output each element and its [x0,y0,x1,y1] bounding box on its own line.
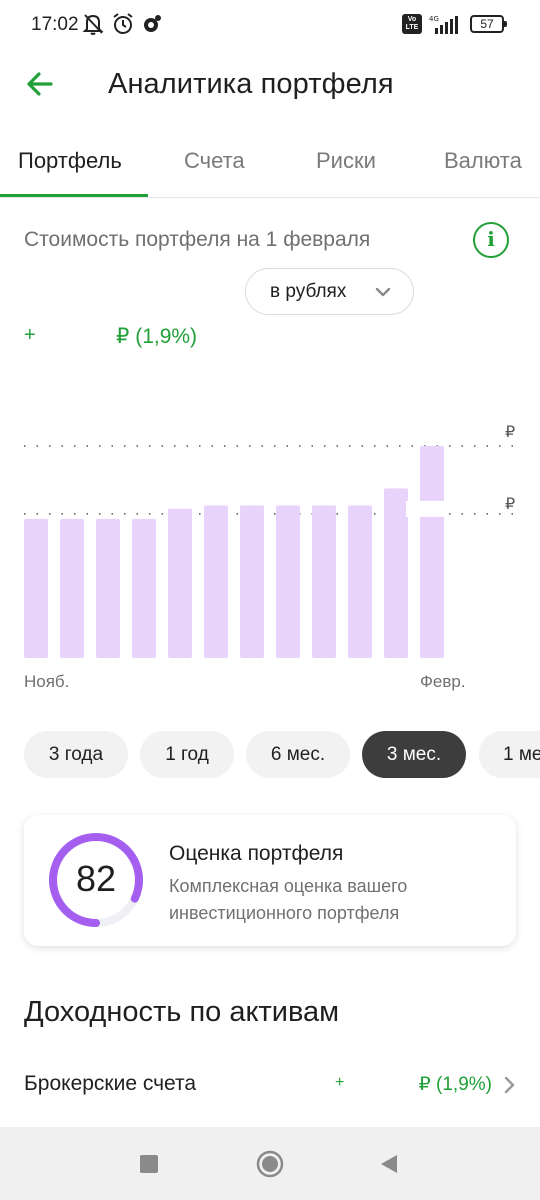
grid-label-bottom: ₽ [505,496,516,513]
score-title: Оценка портфеля [169,842,344,865]
chart-bar [240,505,264,658]
tab-portfolio[interactable]: Портфель [18,148,122,174]
portfolio-value-title: Стоимость портфеля на 1 февраля [24,228,371,251]
chart-bar [132,518,156,658]
back-button[interactable] [20,66,64,102]
period-1-year[interactable]: 1 год [140,731,234,778]
chart-bar [276,505,300,658]
info-icon[interactable]: i [473,222,509,258]
chart-bar [348,505,372,658]
chart-bar [60,518,84,658]
asset-name: Брокерские счета [24,1072,197,1095]
app-notification-icon [144,15,161,32]
svg-text:4G: 4G [429,15,439,23]
tab-accounts[interactable]: Счета [184,148,245,174]
bell-off-icon [82,14,104,35]
x-label-start: Нояб. [24,672,70,691]
chart-svg [24,445,516,658]
grid-label-top: ₽ [505,424,516,441]
back-triangle-icon[interactable] [378,1153,400,1175]
chart-bar [24,518,48,658]
asset-change-sign: + [335,1074,345,1091]
period-6-months[interactable]: 6 мес. [246,731,350,778]
currency-select[interactable]: в рублях [245,268,414,315]
chart-bar [312,505,336,658]
tab-bar: Портфель Счета Риски Валюта [0,136,540,198]
period-3-months[interactable]: 3 мес. [362,731,466,778]
volte-icon: Vo LTE [402,14,422,34]
system-navigation-bar [0,1127,540,1200]
section-title-returns: Доходность по активам [24,996,340,1028]
status-system-icons: Vo LTE 4G 57 [402,14,507,34]
period-1-month[interactable]: 1 ме [479,731,540,778]
period-selector: 3 года 1 год 6 мес. 3 мес. 1 ме [0,731,540,779]
chevron-down-icon [375,287,391,297]
status-notification-icons [82,12,162,36]
chart-bar [96,518,120,658]
asset-row-brokerage[interactable]: Брокерские счета + ₽ (1,9%) [24,1058,516,1112]
portfolio-bar-chart: ₽ ₽ Нояб. Февр. [0,380,540,700]
active-tab-indicator [0,194,148,197]
recents-square-icon[interactable] [139,1154,159,1174]
change-value: ₽ (1,9%) [116,325,198,348]
change-sign: + [24,324,36,346]
chart-bar [420,446,444,658]
score-description: Комплексная оценка вашего инвестиционног… [169,876,408,923]
alarm-icon [113,13,133,34]
status-bar: 17:02 Vo LTE 4G 57 [0,0,540,52]
tab-currency[interactable]: Валюта [444,148,522,174]
home-circle-icon[interactable] [256,1150,284,1178]
chart-bar [384,488,408,658]
period-3-years[interactable]: 3 года [24,731,128,778]
chart-value-gap [406,500,444,517]
status-time: 17:02 [31,14,79,35]
battery-icon: 57 [470,15,507,33]
currency-select-label: в рублях [270,281,347,302]
asset-change-value: ₽ (1,9%) [418,1074,492,1095]
arrow-left-icon [27,72,53,96]
page-title: Аналитика портфеля [108,68,394,100]
portfolio-score-card[interactable]: 82 Оценка портфеля Комплексная оценка ва… [24,815,516,946]
signal-icon: 4G [429,15,458,34]
tab-risks[interactable]: Риски [316,148,376,174]
score-value: 82 [75,858,117,899]
app-header: Аналитика портфеля [0,52,540,116]
chart-bar [204,505,228,658]
chevron-right-icon [504,1076,515,1094]
x-label-end: Февр. [420,672,466,691]
chart-bar [168,508,192,658]
